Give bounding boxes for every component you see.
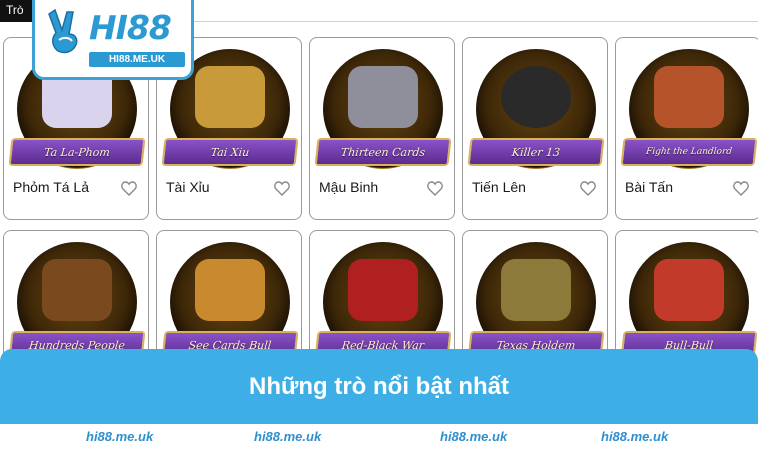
watermark-text: hi88.me.uk bbox=[601, 429, 669, 444]
game-title: Tài Xỉu bbox=[166, 179, 210, 195]
heart-icon[interactable] bbox=[274, 181, 290, 196]
game-art bbox=[348, 66, 418, 128]
game-card-mau-binh[interactable]: Thirteen Cards Mậu Binh bbox=[309, 37, 455, 220]
logo-domain: HI88.ME.UK bbox=[89, 52, 185, 67]
game-thumbnail: Fight the Landlord bbox=[620, 44, 758, 174]
watermark-text: hi88.me.uk bbox=[254, 429, 322, 444]
game-title: Phỏm Tá Lả bbox=[13, 179, 90, 195]
game-thumbnail: Bull-Bull bbox=[620, 237, 758, 367]
game-thumbnail: Killer 13 bbox=[467, 44, 605, 174]
heart-icon[interactable] bbox=[427, 181, 443, 196]
game-art bbox=[654, 66, 724, 128]
game-card-tien-len[interactable]: Killer 13 Tiến Lên bbox=[462, 37, 608, 220]
game-thumbnail: Texas Holdem bbox=[467, 237, 605, 367]
game-title: Bài Tấn bbox=[625, 179, 673, 195]
heart-icon[interactable] bbox=[733, 181, 749, 196]
game-art bbox=[501, 66, 571, 128]
game-ribbon: Killer 13 bbox=[467, 138, 605, 166]
game-art bbox=[195, 259, 265, 321]
game-ribbon: Tai Xiu bbox=[161, 138, 299, 166]
game-grid: Ta La-Phom Phỏm Tá Lả Tai Xiu Tài Xỉu Th… bbox=[0, 37, 758, 380]
game-art bbox=[501, 259, 571, 321]
game-art bbox=[42, 259, 112, 321]
victory-hand-icon bbox=[48, 8, 78, 54]
game-title: Mậu Binh bbox=[319, 179, 379, 195]
featured-banner: Những trò nổi bật nhất bbox=[0, 349, 758, 424]
game-thumbnail: Red-Black War bbox=[314, 237, 452, 367]
game-art bbox=[195, 66, 265, 128]
game-thumbnail: Hundreds People bbox=[8, 237, 146, 367]
banner-title: Những trò nổi bật nhất bbox=[248, 372, 509, 400]
game-ribbon: Ta La-Phom bbox=[8, 138, 146, 166]
game-thumbnail: See Cards Bull bbox=[161, 237, 299, 367]
heart-icon[interactable] bbox=[580, 181, 596, 196]
category-tab[interactable]: Trò bbox=[0, 0, 34, 22]
game-title: Tiến Lên bbox=[472, 179, 526, 195]
watermark-text: hi88.me.uk bbox=[86, 429, 154, 444]
game-art bbox=[654, 259, 724, 321]
heart-icon[interactable] bbox=[121, 181, 137, 196]
game-art bbox=[348, 259, 418, 321]
game-ribbon: Fight the Landlord bbox=[620, 138, 758, 166]
watermark-text: hi88.me.uk bbox=[440, 429, 508, 444]
logo-wordmark: HI88 bbox=[89, 8, 172, 47]
watermark-bar: hi88.me.uk hi88.me.uk hi88.me.uk hi88.me… bbox=[0, 424, 758, 450]
game-ribbon: Thirteen Cards bbox=[314, 138, 452, 166]
site-logo[interactable]: HI88 HI88.ME.UK bbox=[32, 0, 194, 80]
game-card-bai-tan[interactable]: Fight the Landlord Bài Tấn bbox=[615, 37, 758, 220]
game-thumbnail: Thirteen Cards bbox=[314, 44, 452, 174]
